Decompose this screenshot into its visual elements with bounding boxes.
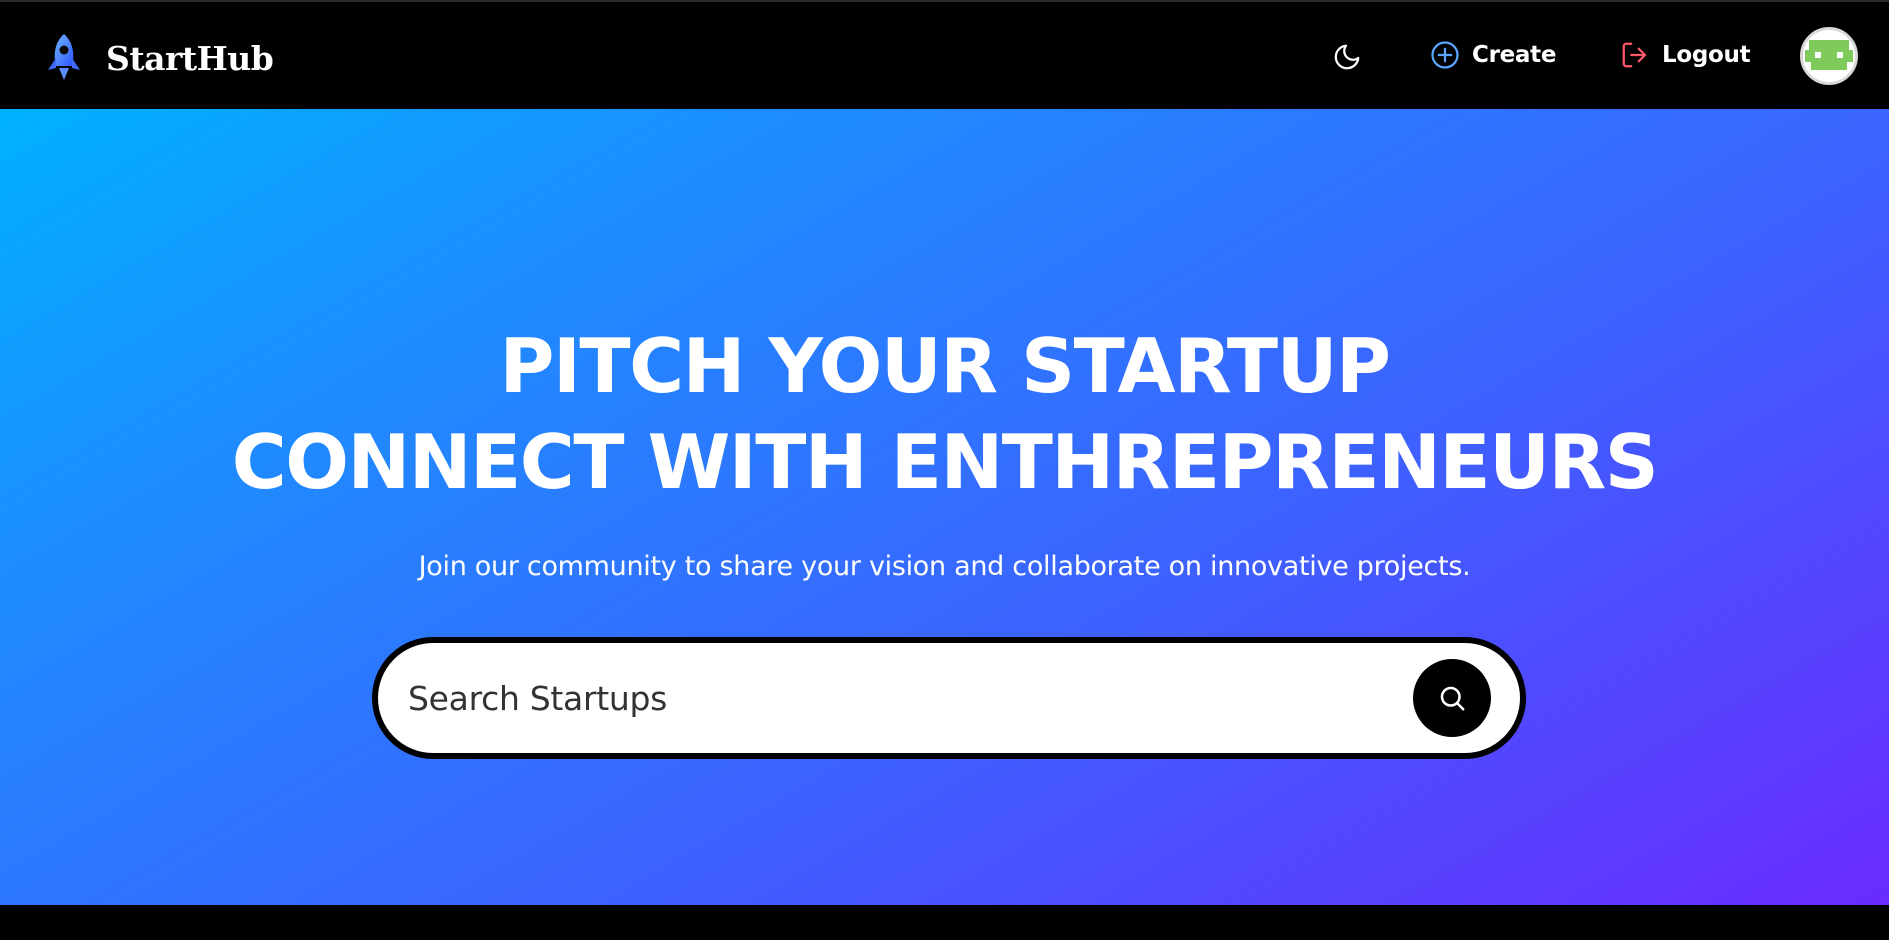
logout-label: Logout <box>1662 42 1751 68</box>
plus-circle-icon <box>1431 41 1459 69</box>
create-link[interactable]: Create <box>1430 40 1556 70</box>
theme-toggle-button[interactable] <box>1330 40 1364 74</box>
brand-name: StartHub <box>106 38 274 78</box>
hero-subtitle: Join our community to share your vision … <box>418 551 1471 582</box>
create-label: Create <box>1472 42 1557 68</box>
headline-line-1: PITCH YOUR STARTUP <box>499 322 1391 410</box>
rocket-logo-icon <box>48 34 80 80</box>
logout-icon <box>1622 42 1647 68</box>
user-avatar[interactable] <box>1800 27 1858 85</box>
bottom-strip <box>0 905 1889 940</box>
search-form <box>372 637 1526 759</box>
hero-section: PITCH YOUR STARTUP CONNECT WITH ENTHREPR… <box>0 109 1889 905</box>
avatar-image <box>1803 30 1855 82</box>
moon-icon <box>1334 44 1360 70</box>
headline-line-2: CONNECT WITH ENTHREPRENEURS <box>231 418 1659 506</box>
search-button[interactable] <box>1413 659 1491 737</box>
search-input[interactable] <box>408 643 1368 753</box>
top-navbar: StartHub Create Logout <box>0 0 1889 109</box>
hero-headline: PITCH YOUR STARTUP CONNECT WITH ENTHREPR… <box>0 318 1889 510</box>
brand-home-link[interactable]: StartHub <box>44 32 274 84</box>
search-icon <box>1440 686 1465 711</box>
logout-link[interactable]: Logout <box>1620 40 1751 70</box>
